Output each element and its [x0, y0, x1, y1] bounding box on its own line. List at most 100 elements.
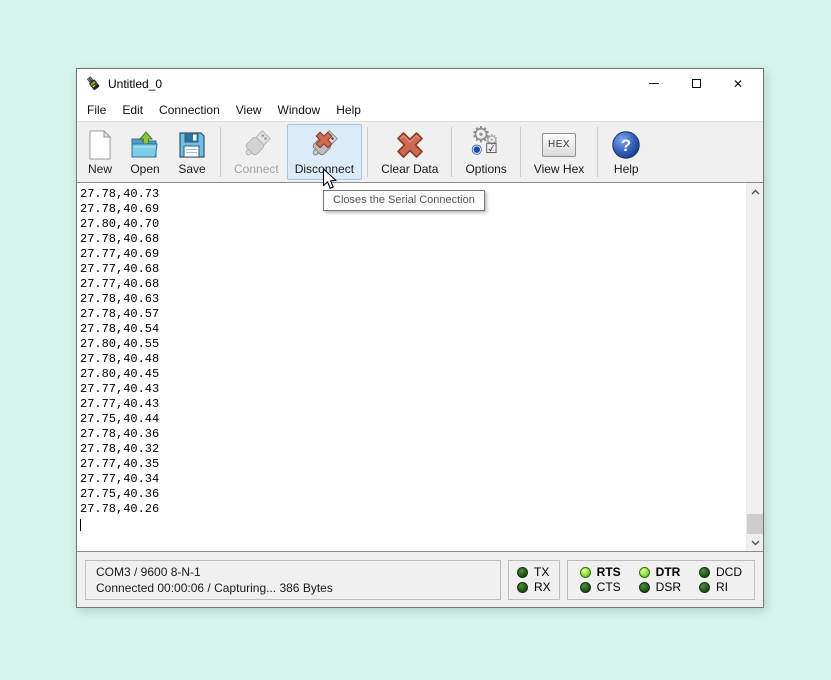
terminal-line: 27.75,40.44: [80, 412, 742, 427]
connect-button[interactable]: Connect: [226, 124, 287, 180]
toolbar: New Open: [77, 121, 763, 182]
clear-data-button[interactable]: Clear Data: [373, 124, 446, 180]
new-label: New: [88, 162, 112, 176]
terminal-line: 27.78,40.68: [80, 232, 742, 247]
scroll-up-button[interactable]: [747, 183, 763, 200]
app-logo-icon: [86, 76, 102, 92]
minimize-button[interactable]: [633, 69, 675, 98]
open-folder-icon: [129, 128, 161, 161]
signal-led-box: RTSCTS DTRDSR DCDRI: [567, 560, 755, 600]
tooltip: Closes the Serial Connection: [323, 190, 485, 211]
led-label: RTS: [597, 565, 621, 579]
terminal-area[interactable]: 27.78,40.7327.78,40.6927.80,40.7027.78,4…: [77, 182, 763, 552]
app-window: Untitled_0 ✕ FileEditConnectionViewWindo…: [76, 68, 764, 608]
terminal-line: 27.78,40.57: [80, 307, 742, 322]
terminal-line: 27.78,40.48: [80, 352, 742, 367]
led-indicator-rx: RX: [517, 580, 551, 594]
close-button[interactable]: ✕: [717, 69, 759, 98]
options-button[interactable]: ⚙ ⚙ ◉ ☑ Options: [457, 124, 514, 180]
scroll-down-button[interactable]: [747, 534, 763, 551]
close-icon: ✕: [733, 78, 743, 90]
led-off-icon: [699, 567, 710, 578]
menu-item-window[interactable]: Window: [270, 100, 329, 120]
led-on-icon: [639, 567, 650, 578]
text-caret: [80, 519, 81, 531]
toolbar-separator: [520, 127, 521, 177]
terminal-line: 27.77,40.43: [80, 382, 742, 397]
connect-label: Connect: [234, 162, 279, 176]
led-indicator-dsr: DSR: [639, 580, 681, 594]
terminal-line: 27.78,40.54: [80, 322, 742, 337]
led-off-icon: [639, 582, 650, 593]
save-button[interactable]: Save: [169, 124, 215, 180]
led-label: DTR: [656, 565, 681, 579]
toolbar-separator: [367, 127, 368, 177]
terminal-caret-line: [80, 517, 742, 532]
new-document-icon: [87, 128, 113, 161]
usb-disconnect-icon: [307, 128, 341, 161]
menu-item-edit[interactable]: Edit: [114, 100, 151, 120]
open-button[interactable]: Open: [121, 124, 169, 180]
help-label: Help: [614, 162, 639, 176]
clear-data-label: Clear Data: [381, 162, 438, 176]
checkbox-icon: ☑: [485, 141, 498, 157]
menu-item-help[interactable]: Help: [328, 100, 369, 120]
txrx-led-box: TXRX: [508, 560, 560, 600]
maximize-button[interactable]: [675, 69, 717, 98]
terminal-output[interactable]: 27.78,40.7327.78,40.6927.80,40.7027.78,4…: [77, 183, 746, 551]
vertical-scrollbar[interactable]: [746, 183, 763, 551]
terminal-line: 27.77,40.34: [80, 472, 742, 487]
new-button[interactable]: New: [79, 124, 121, 180]
led-label: DSR: [656, 580, 681, 594]
chevron-down-icon: [751, 540, 760, 546]
hex-box-icon: HEX: [542, 128, 576, 161]
led-label: CTS: [597, 580, 621, 594]
led-label: RX: [534, 580, 551, 594]
radio-button-icon: ◉: [471, 142, 482, 157]
help-question-icon: ?: [611, 128, 641, 161]
led-off-icon: [517, 567, 528, 578]
led-indicator-ri: RI: [699, 580, 742, 594]
led-label: DCD: [716, 565, 742, 579]
save-label: Save: [178, 162, 205, 176]
save-floppy-icon: [177, 128, 207, 161]
terminal-line: 27.78,40.32: [80, 442, 742, 457]
terminal-line: 27.77,40.43: [80, 397, 742, 412]
minimize-icon: [649, 83, 659, 84]
menu-bar: FileEditConnectionViewWindowHelp: [77, 98, 763, 121]
menu-item-view[interactable]: View: [228, 100, 270, 120]
terminal-line: 27.75,40.36: [80, 487, 742, 502]
menu-item-file[interactable]: File: [79, 100, 114, 120]
help-button[interactable]: ? Help: [603, 124, 649, 180]
chevron-up-icon: [751, 189, 760, 195]
terminal-line: 27.80,40.70: [80, 217, 742, 232]
gears-settings-icon: ⚙ ⚙ ◉ ☑: [470, 128, 502, 161]
menu-item-connection[interactable]: Connection: [151, 100, 228, 120]
view-hex-button[interactable]: HEX View Hex: [526, 124, 592, 180]
options-label: Options: [465, 162, 506, 176]
toolbar-separator: [220, 127, 221, 177]
mouse-cursor-icon: [322, 168, 339, 192]
led-indicator-dcd: DCD: [699, 565, 742, 579]
led-label: TX: [534, 565, 549, 579]
terminal-line: 27.77,40.68: [80, 262, 742, 277]
maximize-icon: [692, 79, 701, 88]
led-on-icon: [580, 567, 591, 578]
title-bar[interactable]: Untitled_0 ✕: [77, 69, 763, 98]
terminal-line: 27.77,40.35: [80, 457, 742, 472]
terminal-line: 27.77,40.68: [80, 277, 742, 292]
red-x-icon: [395, 128, 425, 161]
led-off-icon: [517, 582, 528, 593]
port-settings-text: COM3 / 9600 8-N-1: [96, 564, 490, 580]
connection-status-text: Connected 00:00:06 / Capturing... 386 By…: [96, 580, 490, 596]
view-hex-label: View Hex: [534, 162, 584, 176]
led-indicator-tx: TX: [517, 565, 551, 579]
open-label: Open: [130, 162, 159, 176]
scrollbar-thumb[interactable]: [747, 514, 763, 534]
led-indicator-cts: CTS: [580, 580, 621, 594]
window-controls: ✕: [633, 69, 759, 98]
terminal-line: 27.78,40.63: [80, 292, 742, 307]
toolbar-separator: [597, 127, 598, 177]
tooltip-text: Closes the Serial Connection: [333, 194, 475, 206]
svg-text:?: ?: [621, 136, 631, 155]
